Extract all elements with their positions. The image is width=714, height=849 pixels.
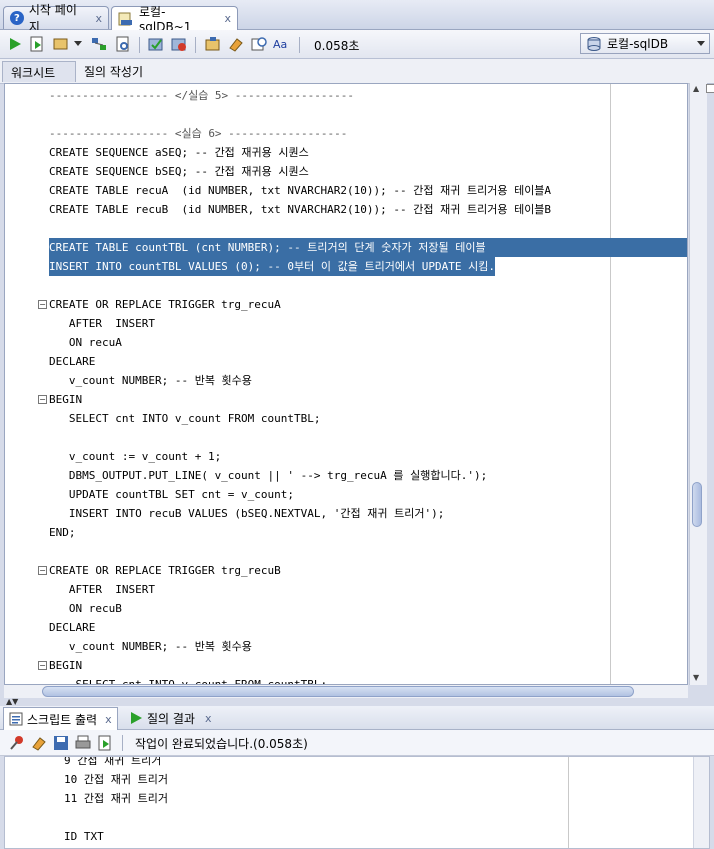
scroll-up-icon[interactable]: ▲: [693, 84, 699, 93]
code-line-selected: INSERT INTO countTBL VALUES (0); -- 0부터 …: [49, 257, 495, 276]
unshared-worksheet-icon[interactable]: [204, 35, 222, 53]
scroll-down-icon[interactable]: ▼: [693, 673, 699, 682]
code-line: ------------------ <실습 6> --------------…: [49, 127, 348, 140]
code-line: INSERT INTO recuB VALUES (bSEQ.NEXTVAL, …: [49, 507, 445, 520]
worksheet-toolbar: Aa 0.058초 로컬-sqlDB: [0, 30, 714, 59]
script-output-icon: [9, 712, 23, 726]
close-icon[interactable]: x: [95, 12, 102, 25]
output-line: 10 간접 재귀 트리거: [64, 773, 168, 786]
tab-label: 스크립트 출력: [27, 712, 98, 727]
fold-toggle[interactable]: −: [38, 300, 47, 309]
code-line: CREATE OR REPLACE TRIGGER trg_recuB: [49, 564, 281, 577]
connection-select[interactable]: 로컬-sqlDB: [580, 33, 710, 54]
code-line: SELECT cnt INTO v_count FROM countTBL;: [49, 412, 321, 425]
chevron-down-icon[interactable]: [72, 35, 84, 53]
status-message: 작업이 완료되었습니다.(0.058초): [135, 737, 308, 751]
code-line: AFTER INSERT: [49, 583, 155, 596]
output-line: 9 간접 재귀 트리거: [64, 756, 162, 767]
print-icon[interactable]: [74, 734, 92, 752]
split-editor-box[interactable]: [706, 84, 714, 93]
toolbar-separator: [122, 735, 123, 751]
sql-file-icon: [118, 12, 133, 26]
editor-horizontal-scroll-thumb[interactable]: [42, 686, 634, 697]
run-icon: [129, 711, 143, 725]
run-statement-icon[interactable]: [6, 35, 24, 53]
tab-label: 질의 결과: [147, 711, 195, 726]
code-line: DECLARE: [49, 355, 96, 368]
svg-text:Aa: Aa: [273, 38, 287, 51]
output-panel-tabs: 스크립트 출력 x 질의 결과 x: [0, 706, 714, 730]
document-tab-bar: ? 시작 페이지 x 로컬-sqlDB~1 x: [0, 0, 714, 34]
rollback-icon[interactable]: [170, 35, 188, 53]
code-line: v_count NUMBER; -- 반복 횟수용: [49, 640, 252, 653]
code-line: DBMS_OUTPUT.PUT_LINE( v_count || ' --> t…: [49, 469, 488, 482]
code-line: CREATE SEQUENCE bSEQ; -- 간접 재귀용 시퀀스: [49, 165, 309, 178]
clear-eraser-icon[interactable]: [30, 734, 48, 752]
help-icon: ?: [10, 11, 24, 25]
fold-toggle[interactable]: −: [38, 566, 47, 575]
code-line: v_count NUMBER; -- 반복 횟수용: [49, 374, 252, 387]
code-line: AFTER INSERT: [49, 317, 155, 330]
editor-vertical-scroll-thumb[interactable]: [692, 482, 702, 527]
code-line: ------------------ </실습 5> -------------…: [49, 89, 355, 102]
sql-editor[interactable]: ------------------ </실습 5> -------------…: [4, 83, 688, 685]
sql-history-icon[interactable]: [250, 35, 268, 53]
worksheet-subtabs: 워크시트 질의 작성기: [0, 59, 714, 84]
connection-name: 로컬-sqlDB: [607, 37, 669, 51]
code-line: ON recuA: [49, 336, 122, 349]
editor-vertical-scrollbar[interactable]: [689, 83, 707, 685]
tab-query-builder[interactable]: 질의 작성기: [76, 61, 151, 82]
save-icon[interactable]: [52, 734, 70, 752]
tab-sql-worksheet[interactable]: 로컬-sqlDB~1 x: [111, 5, 238, 34]
clear-eraser-icon[interactable]: [227, 35, 245, 53]
code-line: BEGIN: [49, 659, 83, 672]
code-line: CREATE OR REPLACE TRIGGER trg_recuA: [49, 298, 281, 311]
output-line: 11 간접 재귀 트리거: [64, 792, 168, 805]
pin-icon[interactable]: [8, 734, 26, 752]
format-case-icon[interactable]: Aa: [273, 35, 291, 53]
code-line: CREATE TABLE recuA (id NUMBER, txt NVARC…: [49, 184, 552, 197]
code-line: CREATE SEQUENCE aSEQ; -- 간접 재귀용 시퀀스: [49, 146, 309, 159]
close-icon[interactable]: x: [224, 12, 231, 25]
code-line: DECLARE: [49, 621, 96, 634]
run-script-icon[interactable]: [96, 734, 114, 752]
toolbar-separator: [195, 37, 196, 53]
execution-time-label: 0.058초: [314, 39, 360, 53]
collapse-arrows-icon[interactable]: ▲▼: [6, 697, 18, 706]
close-icon[interactable]: x: [105, 713, 112, 726]
run-script-icon[interactable]: [28, 35, 46, 53]
code-line: BEGIN: [49, 393, 83, 406]
explain-plan-icon[interactable]: [90, 35, 108, 53]
autotrace-icon[interactable]: [52, 35, 70, 53]
database-icon: [587, 36, 601, 51]
right-margin-guide: [568, 757, 569, 848]
output-vertical-scrollbar[interactable]: [693, 757, 709, 848]
close-icon[interactable]: x: [205, 712, 212, 725]
tab-worksheet[interactable]: 워크시트: [2, 61, 76, 82]
code-line: v_count := v_count + 1;: [49, 450, 222, 463]
code-line: UPDATE countTBL SET cnt = v_count;: [49, 488, 295, 501]
commit-icon[interactable]: [147, 35, 165, 53]
code-line: ON recuB: [49, 602, 122, 615]
right-margin-guide: [610, 84, 611, 684]
tab-start-page[interactable]: ? 시작 페이지 x: [3, 3, 109, 34]
sql-tuning-icon[interactable]: [114, 35, 132, 53]
output-line: ID TXT: [64, 830, 104, 843]
script-output-area[interactable]: 9 간접 재귀 트리거 10 간접 재귀 트리거 11 간접 재귀 트리거 ID…: [4, 756, 710, 849]
tab-script-output[interactable]: 스크립트 출력 x: [3, 707, 118, 730]
panel-splitter[interactable]: ▲▼: [0, 698, 714, 706]
tab-query-result[interactable]: 질의 결과 x: [124, 707, 217, 729]
code-line-selected: CREATE TABLE countTBL (cnt NUMBER); -- 트…: [49, 238, 687, 257]
output-toolbar: 작업이 완료되었습니다.(0.058초): [0, 730, 714, 756]
chevron-down-icon: [697, 40, 705, 47]
toolbar-separator: [139, 37, 140, 53]
fold-toggle[interactable]: −: [38, 395, 47, 404]
code-line: SELECT cnt INTO v_count FROM countTBL;: [49, 678, 328, 685]
fold-toggle[interactable]: −: [38, 661, 47, 670]
toolbar-separator: [299, 37, 300, 53]
code-line: END;: [49, 526, 76, 539]
code-line: CREATE TABLE recuB (id NUMBER, txt NVARC…: [49, 203, 552, 216]
